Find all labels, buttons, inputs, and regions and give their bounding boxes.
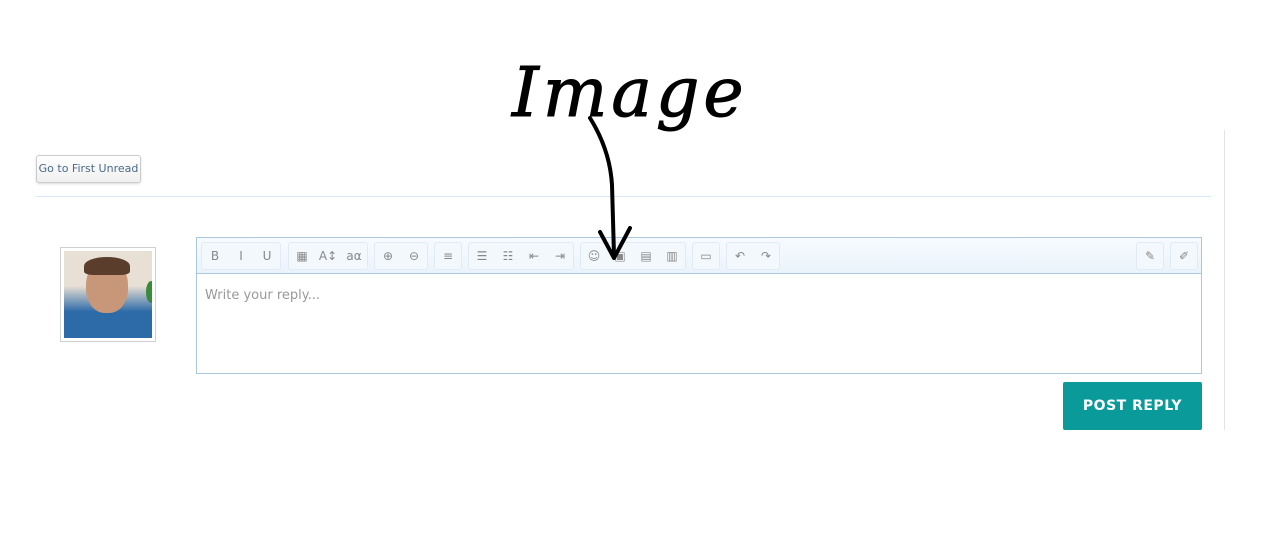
annotation-arrow: [588, 116, 632, 260]
